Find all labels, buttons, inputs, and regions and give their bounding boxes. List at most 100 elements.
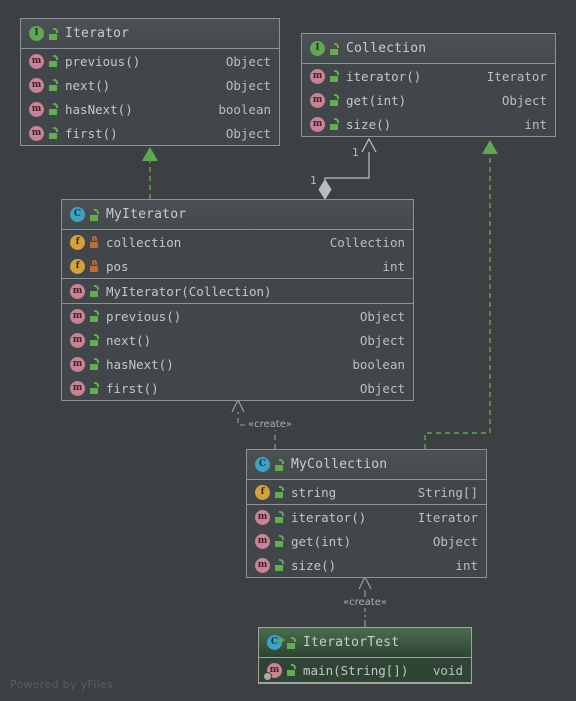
field-row[interactable]: f string String[] <box>247 480 486 504</box>
member-name: iterator() <box>346 68 422 84</box>
public-visibility-icon <box>89 334 100 346</box>
node-header-iterator[interactable]: I Iterator <box>21 19 279 49</box>
node-section: m previous() Object m next() Object m hasNext()… <box>21 49 279 145</box>
edge-myiterator-aggregates-collection <box>318 137 377 200</box>
method-row[interactable]: m next() Object <box>62 328 413 352</box>
member-name: get(int) <box>346 92 407 108</box>
uml-class-node-iteratortest[interactable]: C IteratorTest m main(String[]) void <box>258 627 472 684</box>
method-row[interactable]: m next() Object <box>21 73 279 97</box>
node-section: f string String[] <box>247 480 486 505</box>
node-title-iteratortest: IteratorTest <box>303 635 400 650</box>
node-section: m MyIterator(Collection) <box>62 279 413 304</box>
public-visibility-icon <box>274 535 285 547</box>
node-section: f collection Collection f pos int <box>62 230 413 279</box>
public-visibility-icon <box>286 664 297 676</box>
method-row[interactable]: m size() int <box>302 112 555 136</box>
edge-myiterator-implements-iterator <box>142 147 158 199</box>
uml-class-node-mycollection[interactable]: C MyCollection f string String[] m iterator() I… <box>246 449 487 578</box>
member-name: first() <box>106 380 159 396</box>
member-name: next() <box>65 77 111 93</box>
public-visibility-icon <box>89 285 100 297</box>
method-row[interactable]: m size() int <box>247 553 486 577</box>
public-visibility-icon <box>274 458 285 471</box>
node-header-iteratortest[interactable]: C IteratorTest <box>259 628 471 658</box>
uml-class-node-collection[interactable]: I Collection m iterator() Iterator m get(int) O… <box>301 33 556 137</box>
public-visibility-icon <box>48 103 59 115</box>
public-visibility-icon <box>89 310 100 322</box>
node-header-collection[interactable]: I Collection <box>302 34 555 64</box>
method-row[interactable]: m iterator() Iterator <box>302 64 555 88</box>
node-section: m main(String[]) void <box>259 658 471 683</box>
class-icon: C <box>255 457 270 472</box>
stereotype-label-create-mycollection: «create» <box>341 597 389 608</box>
field-row[interactable]: f pos int <box>62 254 413 278</box>
member-name: first() <box>65 125 118 141</box>
method-row[interactable]: m get(int) Object <box>302 88 555 112</box>
class-icon: C <box>70 207 85 222</box>
member-name: size() <box>346 116 392 132</box>
member-name: main(String[]) <box>303 662 409 678</box>
member-type: Iterator <box>417 509 478 525</box>
method-row[interactable]: m main(String[]) void <box>259 658 471 682</box>
method-icon: m <box>29 53 44 69</box>
public-visibility-icon <box>329 118 340 130</box>
uml-class-node-myiterator[interactable]: C MyIterator f collection Collection f pos int m… <box>61 199 414 401</box>
method-icon: m <box>310 92 325 108</box>
node-section: m previous() Object m next() Object m hasNext()… <box>62 304 413 400</box>
stereotype-label-create-myiterator: «create» <box>246 419 294 430</box>
method-row[interactable]: m get(int) Object <box>247 529 486 553</box>
node-header-mycollection[interactable]: C MyCollection <box>247 450 486 480</box>
public-visibility-icon <box>274 559 285 571</box>
method-row[interactable]: m hasNext() boolean <box>21 97 279 121</box>
method-icon: m <box>70 380 85 396</box>
node-section: m iterator() Iterator m get(int) Object m size(… <box>302 64 555 136</box>
member-type: Object <box>225 77 271 93</box>
method-icon: m <box>29 77 44 93</box>
class-run-icon: C <box>267 635 285 650</box>
member-type: Iterator <box>486 68 547 84</box>
uml-class-node-iterator[interactable]: I Iterator m previous() Object m next() Object m… <box>20 18 280 146</box>
interface-icon: I <box>29 26 44 41</box>
method-row[interactable]: m iterator() Iterator <box>247 505 486 529</box>
method-icon: m <box>264 662 282 680</box>
public-visibility-icon <box>48 55 59 67</box>
public-visibility-icon <box>274 511 285 523</box>
member-type: boolean <box>352 356 405 372</box>
method-icon: m <box>70 308 85 324</box>
member-name: pos <box>106 258 129 274</box>
member-type: int <box>524 116 547 132</box>
public-visibility-icon <box>48 127 59 139</box>
method-row[interactable]: m first() Object <box>62 376 413 400</box>
private-visibility-icon <box>89 236 100 248</box>
public-visibility-icon <box>48 27 59 40</box>
method-row[interactable]: m MyIterator(Collection) <box>62 279 413 303</box>
method-row[interactable]: m previous() Object <box>21 49 279 73</box>
field-row[interactable]: f collection Collection <box>62 230 413 254</box>
member-type: Object <box>225 53 271 69</box>
public-visibility-icon <box>329 42 340 55</box>
member-name: MyIterator(Collection) <box>106 283 272 299</box>
member-type: Object <box>225 125 271 141</box>
method-row[interactable]: m previous() Object <box>62 304 413 328</box>
node-section: m iterator() Iterator m get(int) Object m size(… <box>247 505 486 577</box>
public-visibility-icon <box>274 486 285 498</box>
method-row[interactable]: m hasNext() boolean <box>62 352 413 376</box>
uml-diagram-canvas: Collection : aggregation (solid gray, di… <box>0 0 576 701</box>
member-type: void <box>432 662 463 678</box>
member-name: hasNext() <box>106 356 174 372</box>
public-visibility-icon <box>286 636 297 649</box>
member-type: int <box>382 258 405 274</box>
node-header-myiterator[interactable]: C MyIterator <box>62 200 413 230</box>
method-icon: m <box>29 101 44 117</box>
member-type: Object <box>359 308 405 324</box>
multiplicity-label-collection-end: 1 <box>352 146 359 159</box>
public-visibility-icon <box>89 382 100 394</box>
member-name: previous() <box>106 308 182 324</box>
member-type: Object <box>359 332 405 348</box>
yfiles-watermark: Powered by yFiles <box>10 678 113 691</box>
public-visibility-icon <box>48 79 59 91</box>
interface-icon: I <box>310 41 325 56</box>
member-name: size() <box>291 557 337 573</box>
member-name: next() <box>106 332 152 348</box>
method-row[interactable]: m first() Object <box>21 121 279 145</box>
